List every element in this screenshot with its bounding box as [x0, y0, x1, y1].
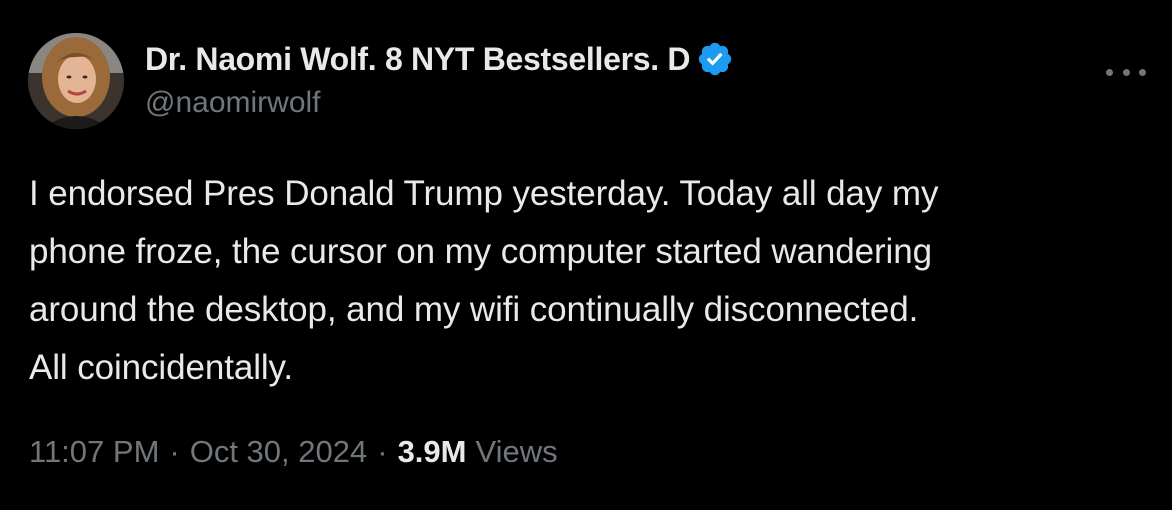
- more-dot: [1106, 68, 1113, 76]
- tweet-text-line: All coincidentally.: [29, 348, 293, 387]
- author-display-name[interactable]: Dr. Naomi Wolf. 8 NYT Bestsellers. D: [145, 41, 691, 78]
- avatar[interactable]: [28, 33, 124, 129]
- meta-separator: ·: [169, 434, 180, 469]
- author-handle[interactable]: @naomirwolf: [145, 86, 734, 120]
- tweet-text-line: around the desktop, and my wifi continua…: [29, 290, 919, 329]
- more-dot: [1122, 68, 1130, 76]
- tweet-text-line: phone froze, the cursor on my computer s…: [29, 232, 932, 271]
- tweet-date[interactable]: Oct 30, 2024: [190, 434, 368, 470]
- more-options-icon[interactable]: [1106, 62, 1146, 82]
- meta-separator: ·: [377, 434, 388, 469]
- tweet-time[interactable]: 11:07 PM: [29, 434, 159, 470]
- views-label: Views: [475, 434, 558, 469]
- verified-badge-icon[interactable]: [696, 40, 734, 78]
- tweet-text: I endorsed Pres Donald Trump yesterday. …: [29, 165, 1139, 397]
- author-info: Dr. Naomi Wolf. 8 NYT Bestsellers. D @na…: [145, 36, 734, 120]
- tweet-card: Dr. Naomi Wolf. 8 NYT Bestsellers. D @na…: [0, 0, 1172, 510]
- views-count[interactable]: 3.9M: [398, 434, 467, 470]
- tweet-text-line: I endorsed Pres Donald Trump yesterday. …: [29, 174, 939, 213]
- more-dot: [1139, 68, 1146, 76]
- author-name-row: Dr. Naomi Wolf. 8 NYT Bestsellers. D: [145, 36, 734, 82]
- tweet-meta: 11:07 PM · Oct 30, 2024 · 3.9M Views: [29, 434, 558, 470]
